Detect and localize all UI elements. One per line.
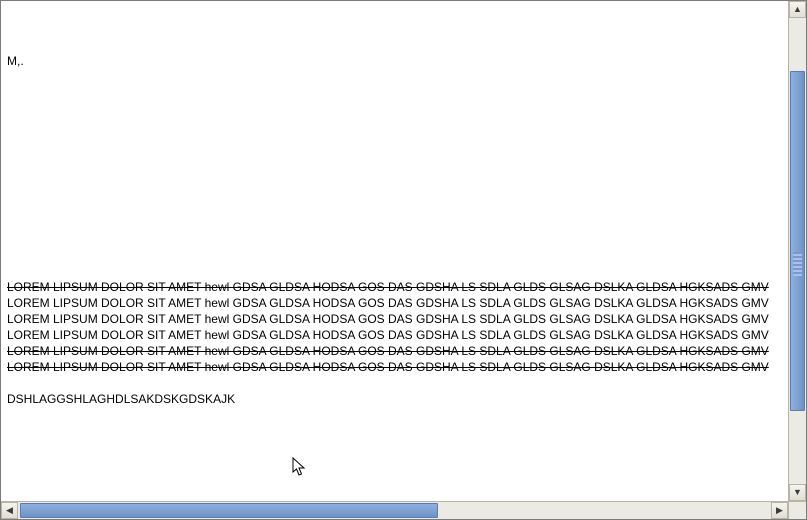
scroll-down-button[interactable]: ▼ [789, 484, 806, 501]
triangle-right-icon: ▶ [776, 506, 783, 515]
scroll-right-button[interactable]: ▶ [771, 502, 788, 519]
editor-window: M,. LOREM LIPSUM DOLOR SIT AMET hewl GDS… [0, 0, 807, 520]
text-line: LOREM LIPSUM DOLOR SIT AMET hewl GDSA GL… [7, 327, 788, 343]
triangle-left-icon: ◀ [6, 506, 13, 515]
triangle-up-icon: ▲ [793, 5, 802, 14]
text-line: LOREM LIPSUM DOLOR SIT AMET hewl GDSA GL… [7, 311, 788, 327]
text-line: DSHLAGGSHLAGHDLSAKDSKGDSKAJK [7, 391, 788, 407]
horizontal-scroll-track[interactable] [18, 502, 771, 519]
horizontal-scrollbar[interactable]: ◀ ▶ [1, 501, 788, 519]
scroll-up-button[interactable]: ▲ [789, 1, 806, 18]
text-line: M,. [7, 53, 788, 69]
text-line: LOREM LIPSUM DOLOR SIT AMET hewl GDSA GL… [7, 295, 788, 311]
document-body: M,. LOREM LIPSUM DOLOR SIT AMET hewl GDS… [1, 1, 788, 407]
scrollbar-corner [788, 501, 806, 519]
scroll-thumb-grip [793, 252, 802, 276]
vertical-scrollbar[interactable]: ▲ ▼ [788, 1, 806, 501]
text-area[interactable]: M,. LOREM LIPSUM DOLOR SIT AMET hewl GDS… [1, 1, 788, 501]
text-line: LOREM LIPSUM DOLOR SIT AMET hewl GDSA GL… [7, 343, 788, 359]
text-line: LOREM LIPSUM DOLOR SIT AMET hewl GDSA GL… [7, 359, 788, 375]
triangle-down-icon: ▼ [793, 488, 802, 497]
horizontal-scroll-thumb[interactable] [20, 503, 438, 518]
text-line: LOREM LIPSUM DOLOR SIT AMET hewl GDSA GL… [7, 279, 788, 295]
vertical-scroll-track[interactable] [789, 18, 806, 484]
vertical-scroll-thumb[interactable] [790, 71, 805, 411]
scroll-left-button[interactable]: ◀ [1, 502, 18, 519]
